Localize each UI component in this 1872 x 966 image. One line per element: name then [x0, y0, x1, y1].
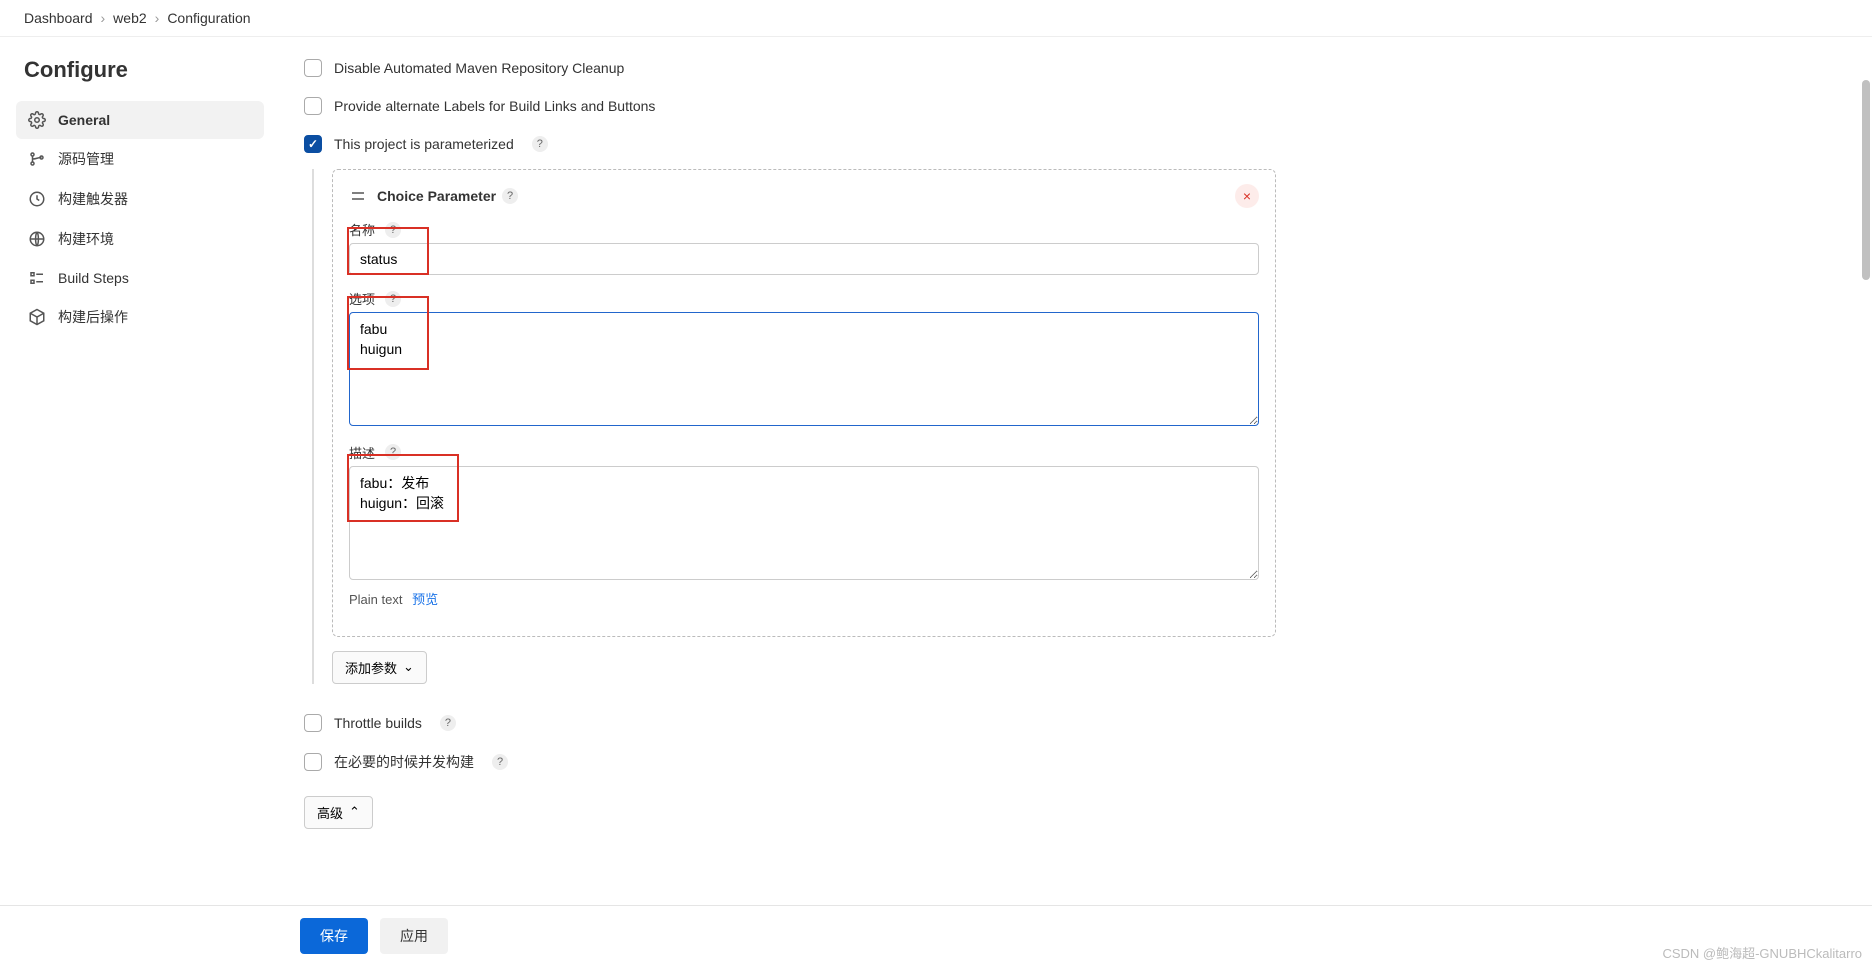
checkbox-label: Provide alternate Labels for Build Links… [334, 98, 655, 114]
checkbox-label: Throttle builds [334, 715, 422, 731]
format-label: Plain text [349, 592, 402, 607]
choice-parameter-box: Choice Parameter ? × 名称? 选项? [332, 169, 1276, 637]
help-icon[interactable]: ? [440, 715, 456, 731]
parameter-title: Choice Parameter [377, 188, 496, 204]
add-parameter-label: 添加参数 [345, 658, 397, 677]
checkbox-concurrent[interactable] [304, 753, 322, 771]
checkbox-disable-cleanup[interactable] [304, 59, 322, 77]
close-icon[interactable]: × [1235, 184, 1259, 208]
sidebar-item-post-build[interactable]: 构建后操作 [16, 297, 264, 337]
scrollbar[interactable] [1862, 80, 1870, 280]
watermark: CSDN @鲍海超-GNUBHCkalitarro [1662, 943, 1862, 962]
checkbox-label: This project is parameterized [334, 136, 514, 152]
help-icon[interactable]: ? [532, 136, 548, 152]
breadcrumb-item[interactable]: web2 [113, 10, 146, 26]
sidebar-item-triggers[interactable]: 构建触发器 [16, 179, 264, 219]
breadcrumb-item[interactable]: Dashboard [24, 10, 93, 26]
sidebar-item-build-steps[interactable]: Build Steps [16, 259, 264, 297]
help-icon[interactable]: ? [385, 444, 401, 460]
list-icon [28, 269, 46, 287]
choices-textarea[interactable] [349, 312, 1259, 426]
sidebar-item-env[interactable]: 构建环境 [16, 219, 264, 259]
help-icon[interactable]: ? [385, 291, 401, 307]
chevron-up-icon: ⌃ [349, 804, 360, 820]
content-area: Disable Automated Maven Repository Clean… [280, 37, 1300, 909]
sidebar-item-label: 源码管理 [58, 149, 114, 169]
sidebar-item-label: Build Steps [58, 270, 129, 286]
sidebar-item-label: 构建环境 [58, 229, 114, 249]
breadcrumb: Dashboard › web2 › Configuration [0, 0, 1872, 37]
help-icon[interactable]: ? [385, 222, 401, 238]
help-icon[interactable]: ? [502, 188, 518, 204]
gear-icon [28, 111, 46, 129]
breadcrumb-item[interactable]: Configuration [167, 10, 250, 26]
checkbox-parameterized[interactable] [304, 135, 322, 153]
globe-icon [28, 230, 46, 248]
save-button[interactable]: 保存 [300, 918, 368, 954]
apply-button[interactable]: 应用 [380, 918, 448, 954]
branch-icon [28, 150, 46, 168]
sidebar: Configure General 源码管理 构建触发器 构建环境 Build … [0, 37, 280, 909]
chevron-right-icon: › [101, 10, 106, 26]
sidebar-item-label: 构建后操作 [58, 307, 128, 327]
add-parameter-button[interactable]: 添加参数 ⌄ [332, 651, 427, 684]
chevron-down-icon: ⌄ [403, 659, 414, 675]
sidebar-item-scm[interactable]: 源码管理 [16, 139, 264, 179]
name-input[interactable] [349, 243, 1259, 275]
advanced-button[interactable]: 高级 ⌃ [304, 796, 373, 829]
checkbox-label: Disable Automated Maven Repository Clean… [334, 60, 624, 76]
chevron-right-icon: › [155, 10, 160, 26]
field-label-name: 名称 [349, 220, 375, 239]
clock-icon [28, 190, 46, 208]
help-icon[interactable]: ? [492, 754, 508, 770]
footer-bar: 保存 应用 [0, 905, 1872, 966]
description-textarea[interactable] [349, 466, 1259, 580]
field-label-choices: 选项 [349, 289, 375, 308]
page-title: Configure [16, 57, 264, 83]
sidebar-item-general[interactable]: General [16, 101, 264, 139]
cube-icon [28, 308, 46, 326]
checkbox-throttle[interactable] [304, 714, 322, 732]
preview-link[interactable]: 预览 [412, 592, 438, 607]
drag-icon[interactable] [349, 187, 369, 205]
field-label-desc: 描述 [349, 443, 375, 462]
sidebar-item-label: General [58, 112, 110, 128]
checkbox-label: 在必要的时候并发构建 [334, 752, 474, 772]
checkbox-alt-labels[interactable] [304, 97, 322, 115]
advanced-label: 高级 [317, 803, 343, 822]
sidebar-item-label: 构建触发器 [58, 189, 128, 209]
